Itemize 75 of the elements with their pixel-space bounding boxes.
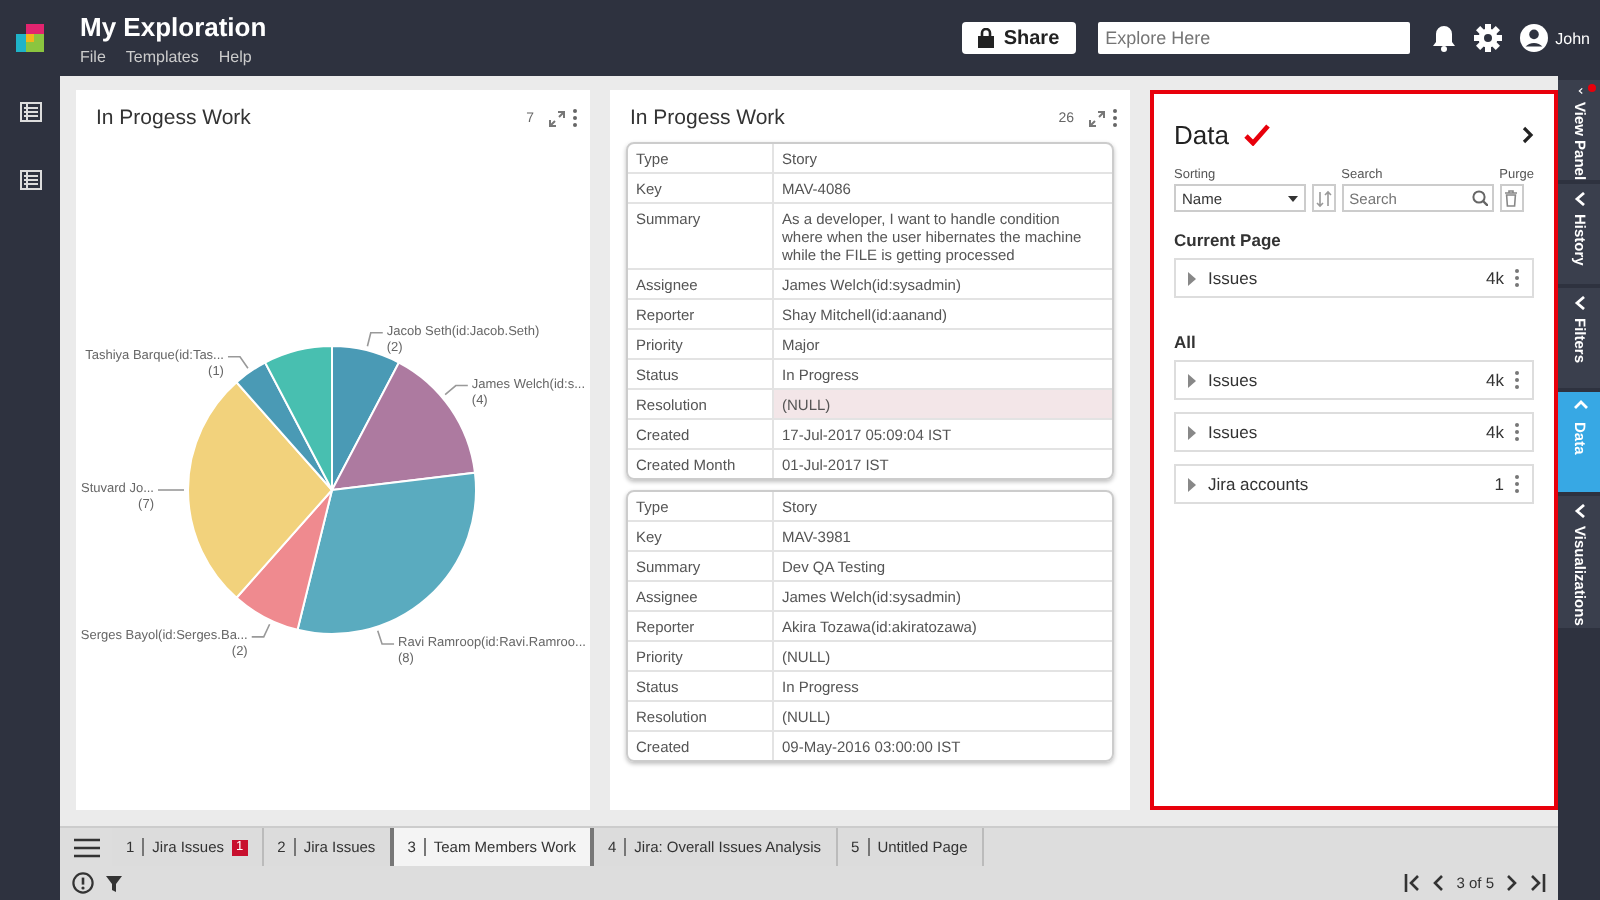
purge-button[interactable] xyxy=(1499,184,1524,212)
share-button[interactable]: Share xyxy=(961,22,1076,54)
item-name: Issues xyxy=(1208,268,1260,288)
leader-line xyxy=(366,331,384,348)
app-title: My Exploration xyxy=(80,11,269,41)
logo-icon xyxy=(16,24,44,52)
chevron-icon xyxy=(1573,504,1587,518)
expand-icon[interactable] xyxy=(548,109,566,127)
pie-slice[interactable] xyxy=(264,345,333,491)
menu-icon[interactable] xyxy=(73,837,99,857)
user-avatar-icon[interactable] xyxy=(1519,24,1548,52)
bell-icon[interactable] xyxy=(1431,24,1456,52)
more-options-icon[interactable] xyxy=(1514,370,1520,390)
pie-slice[interactable] xyxy=(331,361,476,491)
panel-title: Data xyxy=(1174,120,1229,150)
panel-title: In Progess Work xyxy=(630,106,787,130)
chevron-icon xyxy=(1573,88,1587,94)
sort-icon xyxy=(1315,189,1332,207)
pie-slice[interactable] xyxy=(187,381,333,599)
data-source-item[interactable]: Jira accounts 1 xyxy=(1174,464,1534,504)
last-page-icon[interactable] xyxy=(1530,874,1546,892)
menu-item[interactable]: File xyxy=(80,47,106,65)
user-name[interactable]: John xyxy=(1555,29,1590,47)
item-count: 4k xyxy=(1486,268,1504,288)
filter-icon[interactable] xyxy=(106,875,122,891)
section-title: Current Page xyxy=(1174,230,1283,250)
settings-icon[interactable] xyxy=(1473,24,1502,52)
list-icon[interactable] xyxy=(19,170,41,190)
section-title: All xyxy=(1174,332,1198,352)
list-icon[interactable] xyxy=(19,102,41,122)
item-name: Issues xyxy=(1208,370,1260,390)
leader-line xyxy=(157,489,185,491)
more-options-icon[interactable] xyxy=(1514,268,1520,288)
pie-slice[interactable] xyxy=(235,489,333,631)
first-page-icon[interactable] xyxy=(1404,874,1421,892)
sort-order-button[interactable] xyxy=(1312,184,1336,212)
next-page-icon[interactable] xyxy=(1506,874,1518,892)
previous-page-icon[interactable] xyxy=(1432,874,1445,892)
more-options-icon[interactable] xyxy=(1514,474,1520,494)
chevron-icon xyxy=(1573,296,1587,310)
leader-line xyxy=(250,623,271,638)
checkmark-icon xyxy=(1244,124,1271,146)
leader-line xyxy=(227,355,249,369)
search-icon xyxy=(1471,190,1488,206)
trash-icon xyxy=(1504,189,1519,207)
expand-triangle-icon[interactable] xyxy=(1188,477,1196,491)
item-name: Issues xyxy=(1208,422,1260,442)
panel-title: In Progess Work xyxy=(96,106,253,130)
dropdown-caret-icon xyxy=(1288,195,1298,201)
menu-item[interactable]: Help xyxy=(218,47,252,65)
leader-line xyxy=(376,629,395,645)
alert-icon[interactable] xyxy=(72,872,94,894)
expand-triangle-icon[interactable] xyxy=(1188,271,1196,285)
leader-line xyxy=(444,384,469,396)
expand-icon[interactable] xyxy=(1088,109,1106,127)
data-source-item[interactable]: Issues 4k xyxy=(1174,360,1534,400)
menu-item[interactable]: Templates xyxy=(125,47,199,65)
item-name: Jira accounts xyxy=(1208,474,1311,494)
expand-triangle-icon[interactable] xyxy=(1188,425,1196,439)
chevron-right-icon[interactable] xyxy=(1522,126,1534,144)
chevron-icon xyxy=(1573,400,1587,414)
lock-icon xyxy=(977,28,994,48)
more-options-icon[interactable] xyxy=(1112,108,1118,128)
chevron-icon xyxy=(1573,192,1587,206)
more-options-icon[interactable] xyxy=(572,108,578,128)
pie-slice[interactable] xyxy=(235,361,333,491)
data-source-item[interactable]: Issues 4k xyxy=(1174,258,1534,298)
item-count: 4k xyxy=(1486,422,1504,442)
item-count: 4k xyxy=(1486,370,1504,390)
data-source-item[interactable]: Issues 4k xyxy=(1174,412,1534,452)
expand-triangle-icon[interactable] xyxy=(1188,373,1196,387)
more-options-icon[interactable] xyxy=(1514,422,1520,442)
pie-slice[interactable] xyxy=(296,471,477,635)
item-count: 1 xyxy=(1494,474,1504,494)
search-field[interactable]: Explore Here xyxy=(1097,22,1410,54)
